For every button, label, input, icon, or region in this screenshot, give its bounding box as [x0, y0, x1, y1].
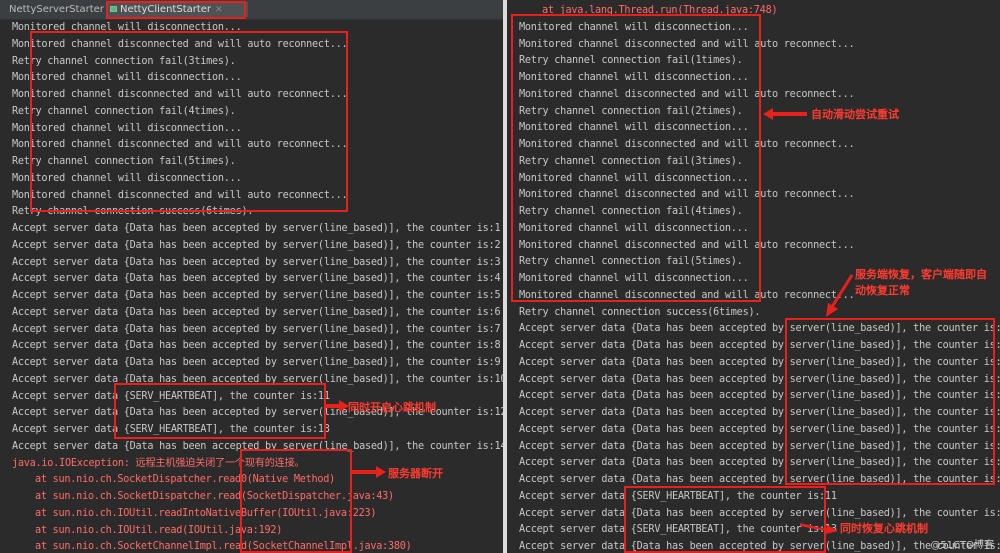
- annotation-heartbeat-on: 同时开启心跳机制: [348, 401, 436, 414]
- console-line: Accept server data {Data has been accept…: [12, 223, 501, 234]
- annotation-heartbeat-recover: 同时恢复心跳机制: [840, 522, 928, 535]
- annotation-box-heartbeat-right: [624, 486, 826, 553]
- annotation-server-recover-line1: 服务端恢复，客户端随即自: [855, 268, 987, 281]
- arrow-icon: [352, 466, 386, 478]
- annotation-box-reconnect-right: [511, 14, 761, 302]
- annotation-server-down: 服务器断开: [388, 467, 443, 480]
- arrow-icon: [763, 108, 807, 120]
- annotation-auto-retry: 自动滑动尝试重试: [811, 108, 899, 121]
- annotation-box-heartbeat-left: [114, 383, 326, 439]
- console-line: Accept server data {Data has been accept…: [12, 290, 501, 301]
- console-line: Accept server data {Data has been accept…: [12, 357, 501, 368]
- annotation-box-recovered-counter: [785, 318, 995, 485]
- tab-label: NettyServerStarter: [9, 4, 104, 15]
- console-line: Accept server data {Data has been accept…: [12, 273, 501, 285]
- annotation-box-server-down: [240, 449, 352, 553]
- run-tab-bar: NettyServerStarter✕ NettyClientStarter✕: [0, 0, 503, 20]
- console-line: Accept server data {Data has been accept…: [12, 306, 501, 318]
- console-line: Accept server data {Data has been accept…: [12, 340, 501, 352]
- console-line: Accept server data {Data has been accept…: [12, 256, 501, 268]
- annotation-box-tab: [106, 1, 246, 19]
- annotation-server-recover-line2: 动恢复正常: [855, 284, 910, 297]
- arrow-icon: [826, 274, 854, 317]
- arrow-icon: [325, 400, 349, 412]
- arrow-icon: [800, 523, 838, 534]
- console-line: Accept server data {Data has been accept…: [12, 323, 501, 335]
- watermark: @51CTO博客: [930, 540, 994, 551]
- console-line: Accept server data {Data has been accept…: [12, 239, 501, 251]
- tab-netty-server-starter[interactable]: NettyServerStarter✕: [9, 2, 115, 17]
- annotation-box-reconnect-left: [30, 31, 348, 212]
